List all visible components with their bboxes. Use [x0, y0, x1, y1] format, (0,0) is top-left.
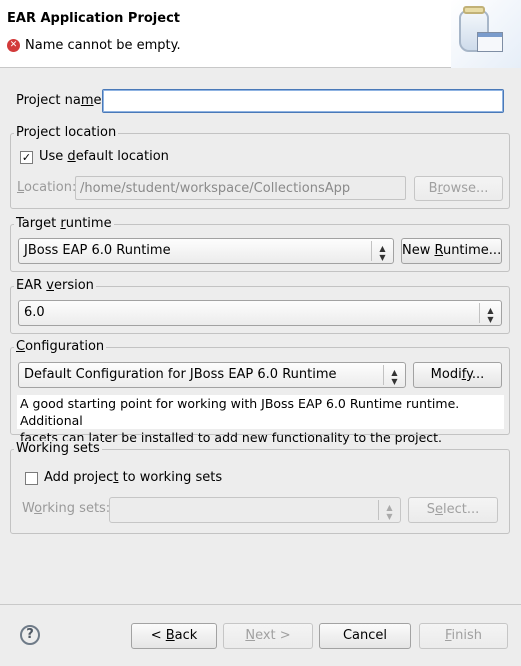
check-icon: ✓	[21, 151, 32, 164]
wizard-banner-icon	[451, 0, 521, 68]
updown-arrow-icon: ▲ ▼	[378, 500, 400, 521]
updown-arrow-icon: ▲ ▼	[479, 303, 501, 324]
target-runtime-title: Target runtime	[14, 216, 114, 231]
error-icon: ✕	[7, 39, 20, 52]
add-to-working-sets-checkbox[interactable]	[25, 472, 38, 485]
use-default-location-label: Use default location	[39, 149, 169, 164]
wizard-title: EAR Application Project	[7, 11, 180, 26]
target-runtime-combo[interactable]: JBoss EAP 6.0 Runtime ▲ ▼	[18, 238, 394, 264]
working-sets-label: Working sets:	[22, 501, 111, 516]
configuration-title: Configuration	[14, 339, 107, 354]
working-sets-combo[interactable]: ▲ ▼	[109, 497, 401, 523]
configuration-value: Default Configuration for JBoss EAP 6.0 …	[24, 367, 337, 382]
configuration-description-line: A good starting point for working with J…	[20, 396, 460, 428]
finish-button[interactable]: Finish	[419, 623, 508, 649]
error-message: Name cannot be empty.	[25, 38, 181, 53]
modify-button[interactable]: Modify...	[413, 362, 502, 388]
configuration-description: A good starting point for working with J…	[17, 395, 504, 445]
location-label: Location:	[17, 180, 77, 195]
working-sets-title: Working sets	[14, 441, 102, 456]
wizard-header: EAR Application Project ✕ Name cannot be…	[0, 0, 521, 68]
add-to-working-sets-label: Add project to working sets	[44, 470, 223, 485]
next-button[interactable]: Next >	[223, 623, 313, 649]
ear-version-title: EAR version	[14, 278, 96, 293]
location-input[interactable]	[75, 176, 406, 200]
help-icon[interactable]: ?	[20, 625, 40, 645]
back-button[interactable]: < Back	[131, 623, 217, 649]
target-runtime-value: JBoss EAP 6.0 Runtime	[24, 243, 171, 258]
browse-button[interactable]: Browse...	[414, 176, 503, 201]
new-runtime-button[interactable]: New Runtime...	[401, 238, 502, 264]
jar-lid-icon	[463, 6, 485, 14]
updown-arrow-icon: ▲ ▼	[371, 241, 393, 262]
project-name-input[interactable]	[102, 89, 504, 113]
configuration-combo[interactable]: Default Configuration for JBoss EAP 6.0 …	[18, 362, 406, 388]
footer-separator	[0, 604, 521, 605]
ear-version-value: 6.0	[24, 305, 45, 320]
select-button[interactable]: Select...	[408, 497, 498, 523]
updown-arrow-icon: ▲ ▼	[383, 365, 405, 386]
window-icon	[477, 32, 503, 52]
ear-version-combo[interactable]: 6.0 ▲ ▼	[18, 300, 502, 326]
project-location-title: Project location	[14, 125, 119, 140]
project-name-label: Project name:	[16, 93, 106, 108]
cancel-button[interactable]: Cancel	[319, 623, 411, 649]
use-default-location-checkbox[interactable]: ✓	[20, 151, 33, 164]
